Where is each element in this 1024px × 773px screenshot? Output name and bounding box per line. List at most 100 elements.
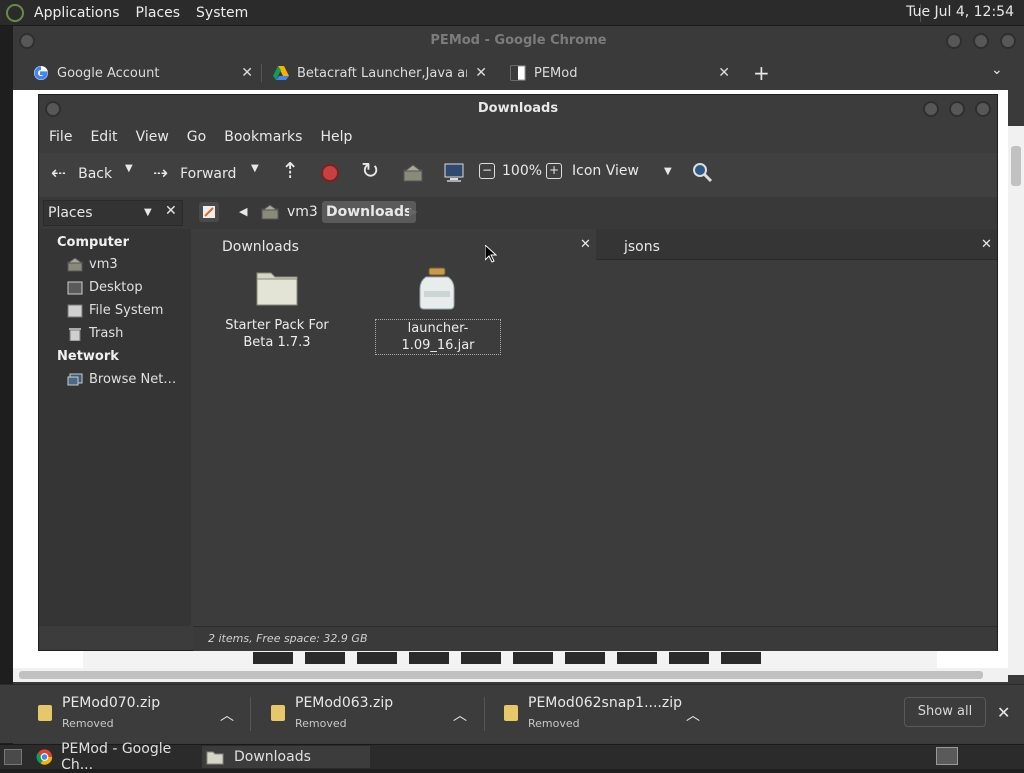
fm-tab-downloads[interactable]: Downloads ✕ [193,229,595,259]
chevron-up-icon[interactable]: ︿ [453,705,467,725]
scrollbar-thumb[interactable] [19,671,983,679]
fm-minimize-button[interactable] [923,101,939,117]
file-manager-title: Downloads [477,101,559,116]
folder-icon [206,751,224,765]
reload-button[interactable]: ↻ [361,159,379,184]
forward-history-dropdown[interactable]: ▼ [251,163,259,174]
menu-applications[interactable]: Applications [34,5,120,21]
back-history-dropdown[interactable]: ▼ [125,163,133,174]
search-button[interactable] [691,161,713,183]
toggle-location-entry-button[interactable] [199,202,219,222]
new-tab-button[interactable]: + [753,61,770,85]
chrome-minimize-button[interactable] [946,33,962,49]
path-button-downloads[interactable]: Downloads [322,201,417,223]
place-file-system[interactable]: File System [67,303,163,318]
download-divider [250,697,251,731]
chrome-tab-pemod[interactable]: PEMod ✕ [510,56,738,90]
close-icon[interactable]: ✕ [475,65,487,81]
close-icon[interactable]: ✕ [580,237,591,252]
folder-icon [256,272,298,306]
close-downloads-bar-icon[interactable]: ✕ [997,703,1010,722]
path-scroll-right-icon[interactable]: ▶ [409,205,417,218]
download-item[interactable]: PEMod070.zip Removed ︿ [34,685,248,743]
places-header-computer: Computer [57,235,130,250]
up-button[interactable]: ⇡ [281,159,299,184]
close-icon[interactable]: ✕ [718,65,730,81]
menu-system[interactable]: System [196,5,248,21]
chevron-up-icon[interactable]: ︿ [686,705,700,725]
path-button-vm3[interactable]: vm3 [261,201,318,223]
file-item-jar[interactable]: launcher-1.09_16.jar [369,267,505,355]
path-label: Downloads [326,204,413,220]
stop-button[interactable] [321,164,339,182]
menu-places[interactable]: Places [136,5,181,21]
panel-clock[interactable]: Tue Jul 4, 12:54 [906,4,1014,20]
zoom-in-button[interactable]: + [546,163,562,179]
tab-divider [261,64,262,82]
file-name: Starter Pack For Beta 1.7.3 [225,318,329,350]
fm-menu-button[interactable] [45,101,61,117]
up-arrow-icon: ⇡ [281,159,300,184]
sidebar-selector[interactable]: Places ▼ [43,200,183,226]
search-icon [693,163,713,183]
menu-help[interactable]: Help [320,129,352,145]
place-label: Trash [89,326,124,341]
home-folder-icon [261,204,279,220]
forward-button[interactable]: ⇢ Forward [153,163,236,184]
menu-view[interactable]: View [136,129,169,145]
menu-bookmarks[interactable]: Bookmarks [224,129,302,145]
place-browse-network[interactable]: Browse Net… [67,372,176,387]
taskbar-item-chrome[interactable]: PEMod - Google Ch... [36,741,200,773]
page-scrollbar[interactable] [1008,126,1024,675]
fm-tab-jsons[interactable]: jsons ✕ [596,229,997,260]
close-icon[interactable]: ✕ [981,237,992,252]
chrome-tab-label: Google Account [57,65,160,81]
chevron-up-icon[interactable]: ︿ [220,705,234,725]
zoom-out-button[interactable]: − [479,163,495,179]
fm-close-button[interactable] [975,101,991,117]
view-mode-select[interactable]: Icon View ▼ [572,163,676,179]
home-button[interactable] [403,164,423,182]
close-sidebar-icon[interactable]: ✕ [165,203,177,219]
chrome-tab-betacraft[interactable]: Betacraft Launcher,Java and w ✕ [273,56,501,90]
place-label: Desktop [89,280,143,295]
menu-file[interactable]: File [49,129,72,145]
chrome-menu-button[interactable] [19,33,35,49]
zoom-level[interactable]: 100% [502,163,542,179]
file-item-folder[interactable]: Starter Pack For Beta 1.7.3 [209,267,345,353]
workspace-switcher-icon[interactable] [936,747,958,765]
download-item[interactable]: PEMod063.zip Removed ︿ [267,685,481,743]
taskbar-label: Downloads [234,749,311,765]
reload-icon: ↻ [361,159,380,184]
back-arrow-icon: ⇠ [51,163,67,184]
menu-edit[interactable]: Edit [90,129,117,145]
computer-button[interactable] [443,162,465,184]
taskbar-item-downloads[interactable]: Downloads [202,746,370,768]
chrome-close-button[interactable] [1000,33,1016,49]
show-desktop-icon[interactable] [4,749,22,765]
chrome-maximize-button[interactable] [973,33,989,49]
place-desktop[interactable]: Desktop [67,280,143,295]
jar-file-icon [419,267,455,310]
distro-logo-icon[interactable] [6,3,24,22]
close-icon[interactable]: ✕ [241,65,253,81]
place-vm3[interactable]: vm3 [67,257,118,272]
horizontal-scrollbar[interactable] [13,668,1008,682]
fm-maximize-button[interactable] [949,101,965,117]
scrollbar-thumb[interactable] [1011,146,1021,186]
menu-go[interactable]: Go [187,129,206,145]
caret-down-icon: ▼ [664,165,672,177]
download-item[interactable]: PEMod062snap1....zip Removed ︿ [500,685,714,743]
back-button[interactable]: ⇠ Back [51,163,112,184]
place-trash[interactable]: Trash [67,326,123,341]
download-status: Removed [528,717,580,730]
chrome-icon [36,749,53,765]
fm-menubar: File Edit View Go Bookmarks Help [39,123,997,151]
forward-arrow-icon: ⇢ [153,163,169,184]
chrome-tab-google-account[interactable]: Google Account ✕ [33,56,261,90]
pemod-favicon-icon [510,65,526,81]
tab-search-chevron-icon[interactable]: ⌄ [991,62,1003,78]
show-all-downloads-button[interactable]: Show all [904,697,986,727]
path-scroll-left-icon[interactable]: ◀ [239,205,247,218]
view-mode-label: Icon View [572,163,639,179]
